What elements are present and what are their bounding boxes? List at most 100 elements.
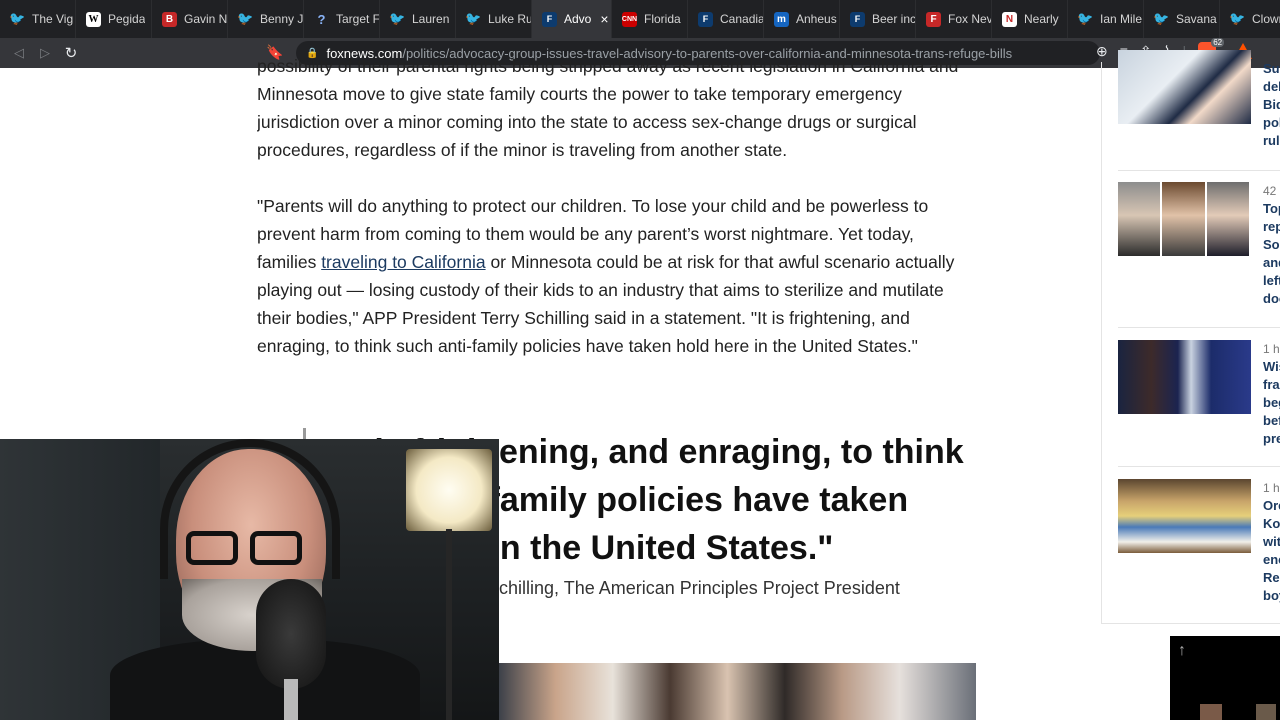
foxnews-icon: F (542, 11, 557, 27)
article-paragraph: possibility of their parental rights bei… (257, 56, 959, 160)
mic-stand (284, 679, 298, 720)
tab-label: Advo (564, 12, 592, 26)
scroll-top-icon[interactable]: ↑ (1178, 642, 1186, 660)
tab-label: Florida (644, 12, 681, 26)
story-thumbnail[interactable] (1118, 182, 1251, 256)
shields-count: 62 (1211, 38, 1225, 47)
divider (1118, 170, 1280, 171)
story-headline[interactable]: Sup del Bid pol ruli (1263, 60, 1280, 150)
browser-tab[interactable]: 🐦 Benny J (228, 0, 304, 38)
tab-label: Beer inc (872, 12, 915, 26)
video-player-thumbnail[interactable]: ↑ (1170, 636, 1280, 720)
bitchute-icon: B (162, 11, 177, 27)
tab-label: Fox Nev (948, 12, 991, 26)
browser-tab[interactable]: 🐦 Clown V (1220, 0, 1280, 38)
zoom-icon[interactable]: ⊕ (1096, 43, 1108, 60)
headline-line: left (1263, 273, 1280, 288)
tab-label: Lauren (412, 12, 450, 26)
headline-line: Rep (1263, 570, 1280, 585)
browser-tab[interactable]: CNN Florida (612, 0, 688, 38)
story-thumbnail[interactable] (1118, 340, 1251, 414)
headline-line: beg (1263, 395, 1280, 410)
headline-line: Sup (1263, 61, 1280, 76)
browser-tab[interactable]: 🐦 Ian Mile (1068, 0, 1144, 38)
tab-label: Nearly (1024, 12, 1059, 26)
m-icon: m (774, 11, 789, 27)
headline-line: Top (1263, 201, 1280, 216)
tab-strip: 🐦 The Vig W Pegida B Gavin N 🐦 Benny J? Target F… (0, 0, 1280, 38)
article-body: possibility of their parental rights bei… (257, 52, 977, 388)
headline-line: Kot (1263, 516, 1280, 531)
nearly-icon: N (1002, 11, 1017, 27)
wikipedia-icon: W (86, 11, 101, 27)
headline-line: rep (1263, 219, 1280, 234)
story-headline[interactable]: Top rep Sor and left doc (1263, 200, 1280, 308)
browser-tab[interactable]: ? Target F (304, 0, 380, 38)
browser-tab[interactable]: N Nearly (992, 0, 1068, 38)
tab-label: Savana (1176, 12, 1217, 26)
browser-tab[interactable]: 🐦 Luke Ru (456, 0, 532, 38)
tab-label: Ian Mile (1100, 12, 1143, 26)
headline-line: bef (1263, 413, 1280, 428)
article-image (498, 663, 976, 720)
webcam-overlay (0, 439, 499, 720)
divider (1118, 466, 1280, 467)
twitter-icon: 🐦 (9, 11, 26, 26)
reload-icon[interactable]: ↻ (58, 44, 84, 62)
browser-tab[interactable]: F Fox Nev (916, 0, 992, 38)
divider (1118, 327, 1280, 328)
headline-line: Ore (1263, 498, 1280, 513)
browser-tab[interactable]: F Advo × (532, 0, 612, 38)
browser-tab[interactable]: 🐦 The Vig (0, 0, 76, 38)
story-headline[interactable]: Wis frau beg bef pre (1263, 358, 1280, 448)
tab-label: Gavin N (184, 12, 227, 26)
headline-line: Bid (1263, 97, 1280, 112)
headline-line: pol (1263, 115, 1280, 130)
story-thumbnail[interactable] (1118, 50, 1251, 124)
twitter-icon: 🐦 (389, 11, 406, 26)
tab-label: Target F (336, 12, 379, 26)
headline-line: and (1263, 255, 1280, 270)
video-frame (1200, 704, 1222, 720)
tab-label: Clown V (1252, 12, 1280, 26)
headline-line: Wis (1263, 359, 1280, 374)
tab-label: Canadia (720, 12, 763, 26)
foxnews-icon: F (850, 11, 865, 27)
back-icon[interactable]: ◁ (6, 45, 32, 61)
headline-line: ruli (1263, 133, 1280, 148)
video-frame (1256, 704, 1276, 720)
browser-tab[interactable]: B Gavin N (152, 0, 228, 38)
article-paragraph-quote: "Parents will do anything to protect our… (257, 192, 977, 360)
story-thumbnail[interactable] (1118, 479, 1251, 553)
headline-line: del (1263, 79, 1280, 94)
browser-tab[interactable]: W Pegida (76, 0, 152, 38)
story-headline[interactable]: Ore Kot with enc Rep boy (1263, 497, 1280, 605)
story-time: 1 ho (1263, 481, 1280, 495)
browser-tab[interactable]: 🐦 Savana (1144, 0, 1220, 38)
question-icon: ? (317, 11, 326, 27)
forward-icon[interactable]: ▷ (32, 45, 58, 61)
tab-label: Pegida (108, 12, 146, 26)
light-stand (446, 529, 452, 720)
cnn-icon: CNN (622, 11, 637, 27)
foxnews-icon: F (698, 11, 713, 27)
microphone (256, 579, 326, 689)
browser-tab[interactable]: m Anheus (764, 0, 840, 38)
ring-light (406, 449, 492, 531)
browser-tab[interactable]: F Canadia (688, 0, 764, 38)
headline-line: Sor (1263, 237, 1280, 252)
story-time: 1 ho (1263, 342, 1280, 356)
related-sidebar: Sup del Bid pol ruli 42 r Top rep Sor and left doc 1… (1101, 50, 1280, 624)
twitter-icon: 🐦 (1153, 11, 1170, 26)
traveling-to-california-link[interactable]: traveling to California (321, 252, 485, 272)
tab-label: Luke Ru (488, 12, 531, 26)
browser-tab[interactable]: 🐦 Lauren (380, 0, 456, 38)
twitter-icon: 🐦 (237, 11, 254, 26)
f-icon: F (926, 11, 941, 27)
tab-label: Benny J (260, 12, 303, 26)
close-tab-icon[interactable]: × (600, 11, 608, 27)
browser-tab[interactable]: F Beer inc (840, 0, 916, 38)
headline-line: enc (1263, 552, 1280, 567)
headline-line: pre (1263, 431, 1280, 446)
twitter-icon: 🐦 (465, 11, 482, 26)
